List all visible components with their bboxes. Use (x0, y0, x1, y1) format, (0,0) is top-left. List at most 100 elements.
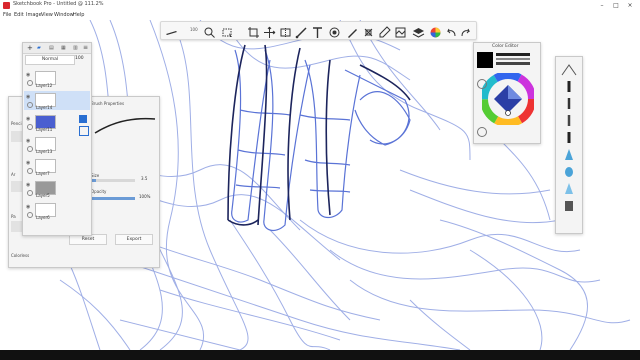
lock-toggle[interactable] (27, 146, 33, 152)
layer-name: Layer5 (36, 193, 50, 198)
folder-icon[interactable]: ▰ (37, 45, 41, 51)
symmetry-icon[interactable] (279, 24, 292, 37)
eyedropper-icon[interactable] (477, 79, 487, 89)
brush-palette (555, 56, 583, 234)
fill-icon[interactable] (362, 24, 375, 37)
menu-image[interactable]: Image (26, 12, 42, 18)
transform-icon[interactable] (263, 24, 276, 38)
brush-properties-icon[interactable] (346, 24, 359, 38)
brush-item[interactable] (559, 112, 579, 126)
brush-preview-stroke (94, 117, 156, 134)
menu-view[interactable]: View (41, 12, 53, 18)
brush-item[interactable] (559, 61, 579, 76)
layer-row[interactable]: ◉ Layer7 (24, 157, 90, 176)
app-icon (3, 2, 10, 9)
stamp-icon[interactable] (328, 24, 341, 38)
lock-toggle[interactable] (27, 124, 33, 130)
layer-opacity-value[interactable]: 100 (75, 56, 84, 61)
text-icon[interactable] (311, 24, 324, 38)
search-icon[interactable] (203, 24, 216, 38)
layer-name: Layer6 (36, 215, 50, 220)
zoom-label: 100 (190, 27, 198, 32)
frame-icon[interactable] (394, 24, 407, 38)
eye-icon[interactable]: ◉ (26, 160, 30, 166)
lock-alpha-toggle[interactable] (79, 126, 89, 136)
lock-toggle[interactable] (27, 102, 33, 108)
analogous-bar (496, 58, 530, 60)
crop-icon[interactable] (247, 24, 260, 38)
palette-icon[interactable] (477, 127, 487, 137)
lock-toggle[interactable] (27, 190, 33, 196)
layer-side-toggles[interactable] (79, 115, 89, 145)
minimize-button[interactable]: – (596, 0, 608, 11)
brush-item[interactable] (559, 163, 579, 177)
brush-properties-title: Brush Properties (91, 101, 125, 106)
color-wheel[interactable] (482, 73, 534, 125)
layer-row[interactable]: ◉ Layer12 (24, 69, 90, 88)
brush-set-label: Ar (11, 172, 16, 177)
menu-file[interactable]: File (3, 12, 11, 18)
eye-icon[interactable]: ◉ (26, 182, 30, 188)
complementary-bar (496, 53, 530, 56)
layer-row-selected[interactable]: ◉ Layer14 (24, 91, 90, 110)
visibility-toggle[interactable] (79, 115, 87, 123)
size-slider[interactable] (91, 179, 135, 182)
select-icon[interactable] (221, 24, 234, 37)
brush-stroke-icon[interactable] (165, 24, 178, 37)
redo-icon[interactable] (459, 24, 472, 37)
layer-row[interactable]: ◉ Layer6 (24, 201, 90, 220)
pencil-label: Pencil (11, 121, 23, 126)
color-wheel-icon[interactable] (429, 24, 442, 38)
menu-edit[interactable]: Edit (14, 12, 24, 18)
lock-toggle[interactable] (27, 212, 33, 218)
ruler-icon[interactable] (295, 24, 308, 39)
brush-item[interactable] (559, 129, 579, 143)
brush-item[interactable] (559, 146, 579, 160)
color-editor-panel: Color Editor (473, 42, 541, 144)
layer-name: Layer14 (36, 105, 53, 110)
maximize-button[interactable]: □ (610, 0, 622, 11)
blend-mode-select[interactable]: Normal (25, 55, 75, 65)
size-value[interactable]: 3.5 (141, 176, 147, 181)
eye-icon[interactable]: ◉ (26, 72, 30, 78)
opacity-value[interactable]: 100% (139, 194, 150, 199)
brush-item[interactable] (559, 180, 579, 194)
lock-toggle[interactable] (27, 168, 33, 174)
image-layer-icon[interactable]: ▤ (49, 45, 54, 51)
color-editor-title: Color Editor (492, 44, 519, 49)
layer-name: Layer11 (36, 127, 53, 132)
eye-icon[interactable]: ◉ (26, 94, 30, 100)
eye-icon[interactable]: ◉ (26, 204, 30, 210)
main-toolbar: 100 (160, 21, 477, 40)
menu-window[interactable]: Window (54, 12, 74, 18)
menu-help[interactable]: Help (73, 12, 84, 18)
brush-item[interactable] (559, 95, 579, 109)
opacity-slider[interactable] (91, 197, 135, 200)
export-button[interactable]: Export (115, 234, 153, 245)
brush-item[interactable] (559, 78, 579, 92)
eye-icon[interactable]: ◉ (26, 116, 30, 122)
brush-set-label: Pa (11, 214, 16, 219)
layer-panel: + ▰ ▤ ▦ ▥ ≡ Normal 100 ◉ Layer12 ◉ Layer… (22, 42, 92, 236)
size-label: Size (91, 173, 100, 178)
menu-bar: File Edit Image View Window Help (0, 11, 640, 20)
bottom-strip (0, 350, 640, 360)
layer-name: Layer12 (36, 83, 53, 88)
layer-name: Layer13 (36, 149, 53, 154)
merge-icon[interactable]: ▦ (61, 45, 66, 51)
lock-toggle[interactable] (27, 80, 33, 86)
current-color-swatch[interactable] (477, 52, 493, 68)
close-button[interactable]: × (624, 0, 636, 11)
colorless-label: Colorless (11, 253, 30, 258)
menu-icon[interactable]: ≡ (83, 44, 88, 51)
eye-icon[interactable]: ◉ (26, 138, 30, 144)
brush-item[interactable] (559, 197, 579, 211)
layer-name: Layer7 (36, 171, 50, 176)
undo-icon[interactable] (445, 24, 458, 37)
add-layer-icon[interactable]: + (27, 44, 33, 52)
layers-icon[interactable] (412, 24, 425, 38)
opacity-label: Opacity (91, 189, 107, 194)
pen-icon[interactable] (378, 24, 391, 38)
layer-row[interactable]: ◉ Layer5 (24, 179, 90, 198)
delete-layer-icon[interactable]: ▥ (73, 45, 78, 51)
